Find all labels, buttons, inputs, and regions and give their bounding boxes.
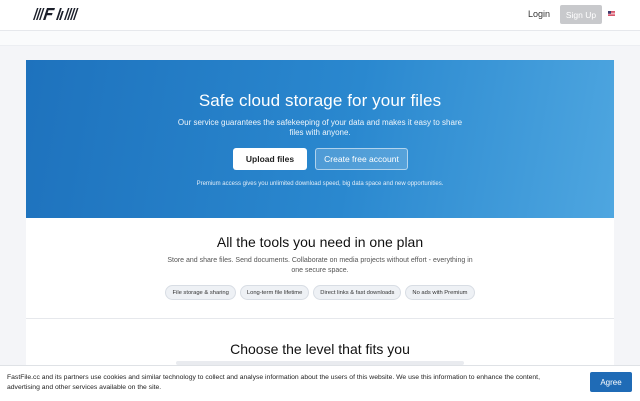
- feature-pill: No ads with Premium: [405, 285, 475, 300]
- hero-section: Safe cloud storage for your files Our se…: [26, 60, 614, 218]
- create-free-account-button[interactable]: Create free account: [315, 148, 408, 170]
- cookie-notice-text: FastFile.cc and its partners use cookies…: [7, 374, 540, 391]
- sign-up-button[interactable]: Sign Up: [560, 5, 602, 24]
- tools-description: Store and share files. Send documents. C…: [167, 257, 473, 274]
- hero-description: Our service guarantees the safekeeping o…: [177, 118, 463, 137]
- cookie-banner: FastFile.cc and its partners use cookies…: [0, 365, 640, 401]
- hero-title: Safe cloud storage for your files: [198, 91, 442, 110]
- tools-section: All the tools you need in one plan Store…: [26, 218, 614, 319]
- feature-pills: File storage & sharing Long-term file li…: [26, 285, 614, 300]
- top-header: Login Sign Up: [0, 0, 640, 31]
- us-flag-icon[interactable]: [608, 11, 615, 16]
- login-link[interactable]: Login: [528, 9, 550, 19]
- premium-note: Premium access gives you unlimited downl…: [196, 181, 444, 187]
- feature-pill: File storage & sharing: [165, 285, 236, 300]
- sub-header-bar: [0, 31, 640, 46]
- levels-title: Choose the level that fits you: [230, 341, 410, 357]
- fastfile-logo-icon[interactable]: [31, 8, 79, 20]
- upload-files-button[interactable]: Upload files: [233, 148, 307, 170]
- tools-title: All the tools you need in one plan: [216, 234, 424, 250]
- agree-button[interactable]: Agree: [590, 372, 632, 392]
- feature-pill: Direct links & fast downloads: [313, 285, 402, 300]
- feature-pill: Long-term file lifetime: [239, 285, 310, 300]
